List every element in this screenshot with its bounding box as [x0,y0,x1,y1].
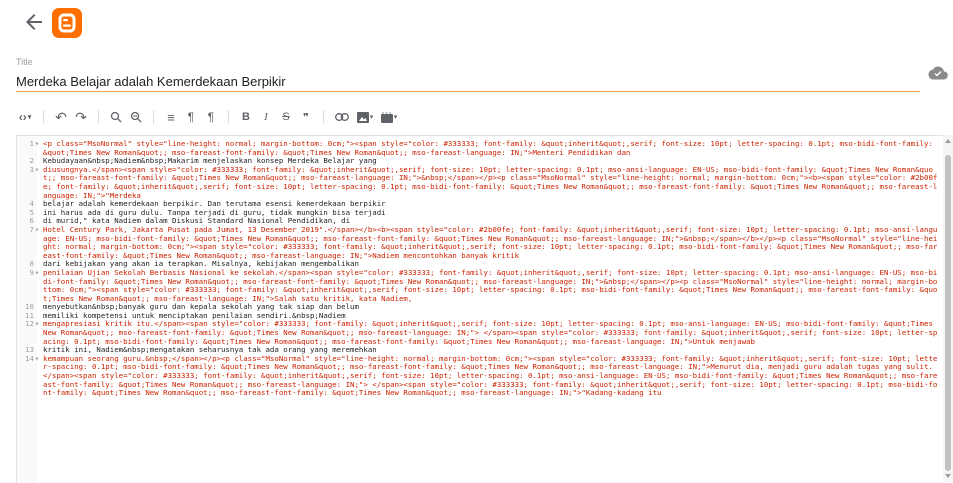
line-number: 7 [29,224,34,234]
align-icon[interactable]: ≡ [161,107,181,127]
toolbar-divider [98,110,99,124]
html-code-editor[interactable]: 1 ▾ <p class="MsoNormal" style="line-heigh… [16,135,944,483]
search-replace-icon[interactable] [126,107,146,127]
top-bar [0,0,953,50]
post-title-input[interactable] [16,72,920,90]
quote-icon[interactable]: ❞ [296,107,316,127]
line-number: 14 [25,353,34,363]
scroll-down-arrow-icon[interactable] [945,474,951,478]
code-text: Hotel Century Park, Jakarta Pusat pada J… [43,224,938,260]
image-icon[interactable]: ▾ [353,107,377,127]
image-glyph [356,111,369,123]
paragraph-ltr-icon[interactable]: ¶ [181,107,201,127]
undo-icon[interactable]: ↶ [51,107,71,127]
title-label: Title [16,57,33,67]
strikethrough-icon[interactable]: S [276,107,296,127]
paragraph-rtl-icon[interactable]: ¶ [201,107,221,127]
back-arrow-icon[interactable] [22,10,46,34]
code-view-glyph: ‹› [18,110,27,124]
dropdown-caret-icon: ▾ [369,114,374,121]
line-number: 3 [29,164,34,174]
scroll-up-arrow-icon[interactable] [945,139,951,143]
video-glyph [380,112,393,123]
search-replace-glyph [130,111,142,123]
italic-icon[interactable]: I [256,107,276,127]
code-text: mengapresiasi kritik itu.</span><span st… [43,319,938,346]
code-text: kemampuan seorang guru.&nbsp;</span></p>… [43,353,938,398]
cloud-saved-icon [928,66,948,80]
code-text: diusungnya.</span><span style="color: #3… [43,164,938,200]
toolbar-divider [153,110,154,124]
search-glyph [110,111,122,123]
title-underline [16,91,920,92]
code-text: <p class="MsoNormal" style="line-height:… [43,139,938,157]
redo-icon[interactable]: ↷ [71,107,91,127]
dropdown-caret-icon: ▾ [393,114,398,121]
toolbar-divider [43,110,44,124]
code-line[interactable]: 9 ▾ penilaian Ujian Sekolah Berbasis Nasio… [17,267,944,303]
editor-toolbar: ‹› ▾ ↶ ↷ ≡ ¶ ¶ B I S ❞ ▾ ▾ [14,107,401,127]
blogger-glyph [58,13,76,33]
line-number: 1 [29,139,34,148]
bold-icon[interactable]: B [236,107,256,127]
link-icon[interactable] [331,107,353,127]
dropdown-caret-icon: ▾ [27,114,32,121]
video-icon[interactable]: ▾ [377,107,401,127]
code-line[interactable]: 14 ▾ kemampuan seorang guru.&nbsp;</span><… [17,353,944,398]
search-icon[interactable] [106,107,126,127]
code-view-icon[interactable]: ‹› ▾ [14,107,36,127]
code-line[interactable]: 3 ▾ diusungnya.</span><span style="color: … [17,164,944,200]
scrollbar-thumb[interactable] [945,155,951,471]
line-number: 9 [29,267,34,277]
toolbar-divider [323,110,324,124]
code-line[interactable]: 7 ▾ Hotel Century Park, Jakarta Pusat pada… [17,224,944,260]
link-glyph [335,113,349,121]
code-lines: 1 ▾ <p class="MsoNormal" style="line-heigh… [17,139,944,398]
vertical-scrollbar[interactable] [943,135,953,482]
code-text: penilaian Ujian Sekolah Berbasis Nasiona… [43,267,938,303]
code-line[interactable]: 1 ▾ <p class="MsoNormal" style="line-heigh… [17,139,944,157]
toolbar-divider [228,110,229,124]
code-line[interactable]: 12 ▾ mengapresiasi kritik itu.</span><span… [17,320,944,346]
blogger-logo-icon[interactable] [52,8,82,38]
line-number: 12 [25,319,34,329]
